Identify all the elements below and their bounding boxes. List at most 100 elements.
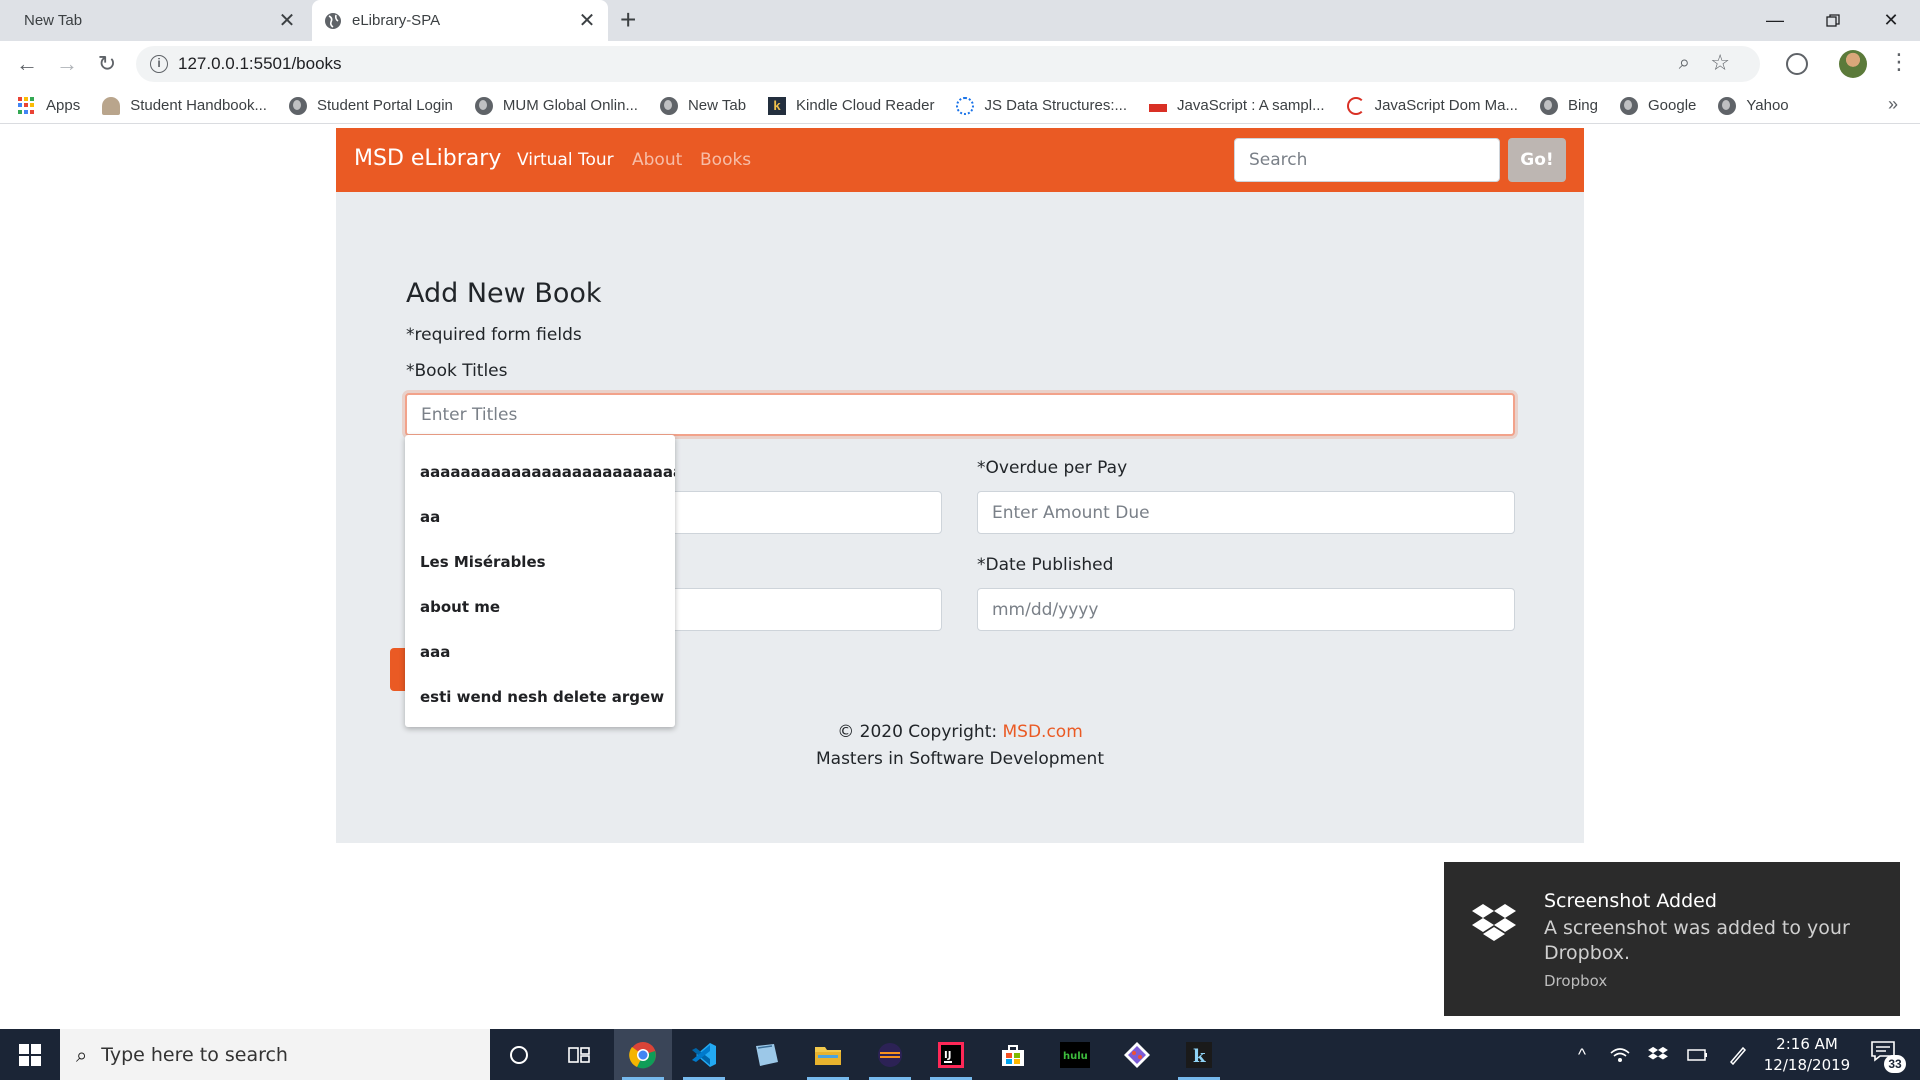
globe-icon — [659, 96, 678, 115]
search-input[interactable] — [1234, 138, 1500, 182]
notification-count-badge: 33 — [1884, 1055, 1906, 1073]
chrome-taskbar-icon[interactable] — [614, 1029, 672, 1080]
globe-icon — [325, 12, 341, 29]
kindle-taskbar-icon[interactable]: k — [1170, 1029, 1228, 1080]
bookmark-javascript-dom[interactable]: JavaScript Dom Ma... — [1346, 96, 1518, 115]
bookmark-label: Google — [1648, 97, 1697, 114]
umbrella-icon — [102, 96, 121, 115]
reload-icon[interactable]: ↻ — [92, 49, 122, 79]
vscode-icon[interactable] — [675, 1029, 733, 1080]
date-published-label: *Date Published — [977, 555, 1114, 575]
submit-button[interactable] — [390, 648, 406, 691]
bookmark-javascript-sample[interactable]: JavaScript : A sampl... — [1149, 97, 1325, 114]
bookmarks-overflow-icon[interactable]: » — [1888, 94, 1898, 115]
list-item[interactable]: about me — [405, 584, 675, 629]
new-tab-icon[interactable]: + — [620, 4, 636, 36]
bookmark-label: JavaScript : A sampl... — [1177, 97, 1325, 114]
bookmark-new-tab[interactable]: New Tab — [659, 96, 746, 115]
list-item[interactable]: Les Misérables — [405, 539, 675, 584]
site-icon — [1149, 104, 1168, 112]
taskbar-search-input[interactable]: ⌕ Type here to search — [60, 1029, 490, 1080]
avatar[interactable] — [1839, 50, 1867, 78]
page-title: Add New Book — [406, 278, 602, 309]
bookmark-student-handbook[interactable]: Student Handbook... — [102, 96, 267, 115]
action-center-icon[interactable]: 33 — [1870, 1039, 1906, 1073]
bookmark-label: Apps — [46, 97, 81, 114]
bookmark-google[interactable]: Google — [1620, 96, 1697, 115]
store-icon[interactable] — [984, 1029, 1042, 1080]
file-explorer-icon[interactable] — [799, 1029, 857, 1080]
globe-icon — [1539, 96, 1558, 115]
wifi-icon[interactable] — [1604, 1029, 1636, 1080]
brand-link[interactable]: MSD eLibrary — [354, 146, 501, 171]
taskbar-search-placeholder: Type here to search — [101, 1043, 288, 1066]
tab-new-tab[interactable]: New Tab ✕ — [10, 0, 308, 41]
bookmark-yahoo[interactable]: Yahoo — [1718, 96, 1789, 115]
tab-elibrary[interactable]: eLibrary-SPA ✕ — [312, 0, 608, 41]
taskbar-clock[interactable]: 2:16 AM 12/18/2019 — [1762, 1034, 1852, 1076]
extension-icon[interactable] — [1786, 53, 1808, 75]
zoom-icon[interactable]: ⌕ — [1679, 52, 1690, 75]
pen-icon[interactable] — [1722, 1029, 1754, 1080]
bookmark-kindle[interactable]: k Kindle Cloud Reader — [768, 96, 935, 115]
url-text[interactable]: 127.0.0.1:5501/books — [178, 54, 342, 74]
nav-about[interactable]: About — [632, 150, 682, 170]
bookmark-student-portal[interactable]: Student Portal Login — [288, 96, 453, 115]
intellij-icon[interactable]: IJ — [922, 1029, 980, 1080]
info-icon[interactable]: i — [150, 55, 168, 73]
close-icon[interactable]: ✕ — [274, 8, 300, 33]
more-menu-icon[interactable]: ⋮ — [1888, 49, 1910, 75]
back-icon[interactable]: ← — [12, 49, 42, 79]
book-title-input[interactable] — [405, 393, 1515, 436]
bookmark-label: MUM Global Onlin... — [502, 97, 638, 114]
copyright-link[interactable]: MSD.com — [1003, 722, 1083, 742]
dropbox-notification[interactable]: Screenshot Added A screenshot was added … — [1444, 862, 1900, 1016]
list-item[interactable]: aaa — [405, 629, 675, 674]
restore-icon[interactable] — [1803, 0, 1863, 41]
globe-icon — [474, 96, 493, 115]
gitkraken-icon[interactable] — [1108, 1029, 1166, 1080]
bookmark-js-data-structures[interactable]: JS Data Structures:... — [956, 96, 1127, 115]
windows-start-icon[interactable] — [0, 1029, 60, 1080]
tab-title: eLibrary-SPA — [352, 12, 441, 29]
svg-text:k: k — [1193, 1046, 1206, 1067]
hulu-icon[interactable]: hulu — [1046, 1029, 1104, 1080]
globe-icon — [1620, 96, 1638, 115]
minimize-icon[interactable]: — — [1745, 0, 1805, 41]
nav-books[interactable]: Books — [700, 150, 751, 170]
footer-tagline: Masters in Software Development — [815, 749, 1104, 769]
globe-icon — [288, 96, 307, 115]
eclipse-icon[interactable] — [861, 1029, 919, 1080]
forward-icon[interactable]: → — [52, 49, 82, 79]
kindle-icon: k — [768, 96, 787, 115]
cortana-icon[interactable] — [490, 1029, 548, 1080]
close-icon[interactable]: ✕ — [574, 8, 600, 33]
notification-body: A screenshot was added to your Dropbox. — [1544, 917, 1850, 964]
task-view-icon[interactable] — [550, 1029, 608, 1080]
battery-icon[interactable] — [1682, 1029, 1714, 1080]
address-bar[interactable]: i 127.0.0.1:5501/books ⌕ ☆ — [136, 46, 1760, 82]
required-note: *required form fields — [406, 325, 582, 345]
bookmark-bing[interactable]: Bing — [1539, 96, 1598, 115]
overdue-input[interactable] — [977, 491, 1515, 534]
book-title-label: *Book Titles — [406, 361, 508, 381]
nav-virtual-tour[interactable]: Virtual Tour — [517, 150, 614, 170]
window-close-icon[interactable]: ✕ — [1861, 0, 1920, 41]
bookmark-label: Yahoo — [1746, 97, 1789, 114]
list-item[interactable]: aaaaaaaaaaaaaaaaaaaaaaaaaaa — [405, 449, 675, 494]
bookmark-mum-global[interactable]: MUM Global Onlin... — [474, 96, 638, 115]
notification-source: Dropbox — [1544, 972, 1608, 990]
bookmark-label: Kindle Cloud Reader — [796, 97, 935, 114]
bookmark-apps[interactable]: Apps — [18, 96, 81, 115]
list-item[interactable]: aa — [405, 494, 675, 539]
autocomplete-dropdown: aaaaaaaaaaaaaaaaaaaaaaaaaaa aa Les Misér… — [405, 435, 675, 727]
date-published-input[interactable] — [977, 588, 1515, 631]
dropbox-icon — [1472, 904, 1516, 941]
notepad-icon[interactable] — [737, 1029, 795, 1080]
dropbox-tray-icon[interactable] — [1642, 1029, 1674, 1080]
list-item[interactable]: esti wend nesh delete argew — [405, 674, 675, 719]
bookmark-star-icon[interactable]: ☆ — [1710, 50, 1730, 76]
go-button[interactable]: Go! — [1508, 138, 1566, 182]
chevron-up-icon[interactable]: ^ — [1566, 1029, 1598, 1080]
bookmark-label: Student Handbook... — [130, 97, 267, 114]
